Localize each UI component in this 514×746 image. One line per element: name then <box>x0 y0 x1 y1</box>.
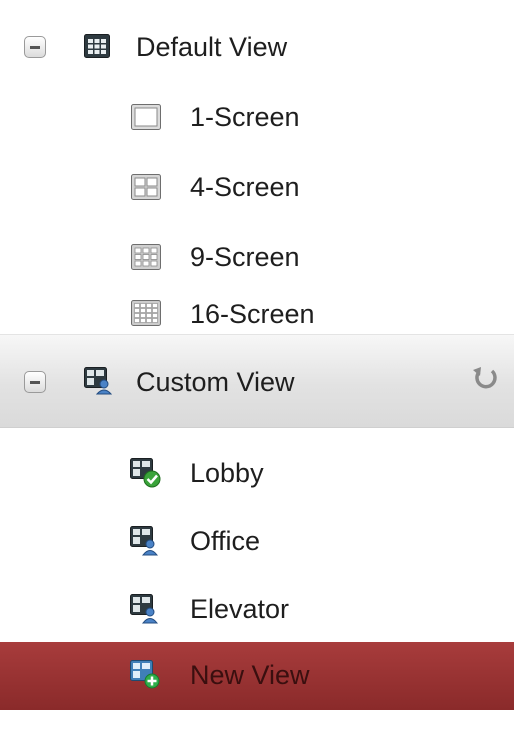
sixteen-screen-grid-icon <box>131 300 161 333</box>
custom-view-item-lobby[interactable]: Lobby <box>0 440 514 506</box>
view-user-icon <box>130 594 162 631</box>
collapse-toggle-icon[interactable] <box>24 36 46 58</box>
default-view-group[interactable]: Default View <box>0 20 514 74</box>
screen-layout-item[interactable]: 9-Screen <box>0 230 514 284</box>
nine-screen-grid-icon <box>131 244 161 277</box>
screen-layout-item[interactable]: 1-Screen <box>0 90 514 144</box>
custom-view-item-label: Elevator <box>190 594 290 624</box>
default-view-label: Default View <box>136 32 288 62</box>
screen-layout-label: 1-Screen <box>190 102 300 132</box>
view-tree: Default View 1-Screen 4-Screen 9-Screen … <box>0 0 514 746</box>
single-screen-icon <box>131 104 161 137</box>
custom-view-group[interactable]: Custom View <box>0 334 514 428</box>
custom-view-item-office[interactable]: Office <box>0 508 514 574</box>
screen-layout-item[interactable]: 16-Screen <box>0 300 514 334</box>
custom-view-item-label: Lobby <box>190 458 264 488</box>
custom-view-label: Custom View <box>136 367 295 397</box>
view-user-icon <box>130 526 162 563</box>
custom-view-item-elevator[interactable]: Elevator <box>0 576 514 642</box>
view-active-icon <box>130 458 162 495</box>
custom-view-item-label: Office <box>190 526 261 556</box>
view-add-icon <box>130 660 162 697</box>
custom-view-item-label: New View <box>190 660 310 690</box>
screen-layout-label: 4-Screen <box>190 172 300 202</box>
custom-view-monitor-icon <box>84 367 113 402</box>
collapse-toggle-icon[interactable] <box>24 371 46 393</box>
screen-layout-label: 16-Screen <box>190 299 315 329</box>
refresh-icon[interactable] <box>470 363 500 400</box>
default-view-grid-icon <box>84 34 110 65</box>
custom-view-item-new-view[interactable]: New View <box>0 642 514 710</box>
screen-layout-item[interactable]: 4-Screen <box>0 160 514 214</box>
four-screen-grid-icon <box>131 174 161 207</box>
screen-layout-label: 9-Screen <box>190 242 300 272</box>
